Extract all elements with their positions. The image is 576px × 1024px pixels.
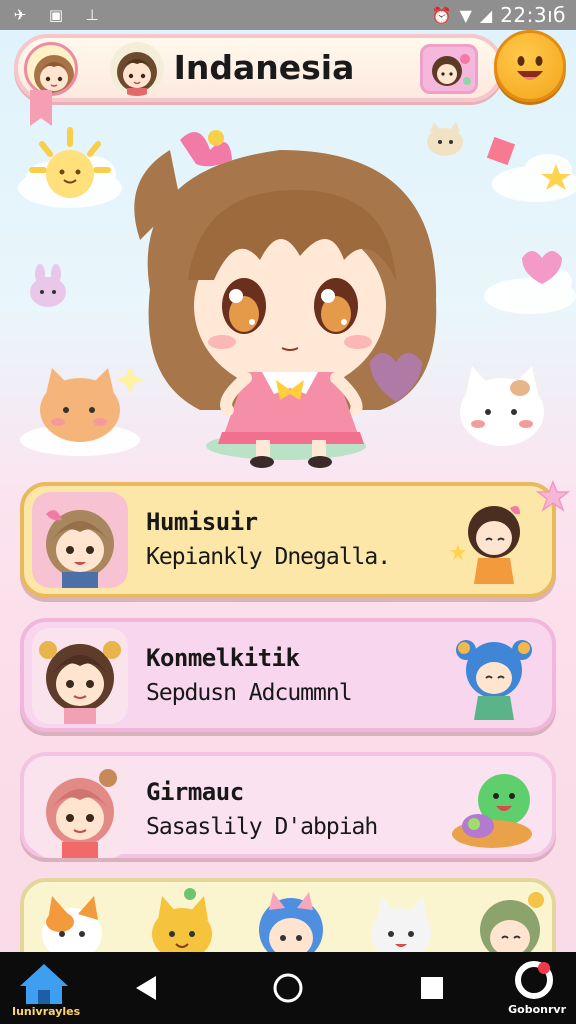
list-item[interactable]: Humisuir Kepiankly Dnegalla.: [20, 482, 556, 598]
recents-square-icon: [421, 977, 443, 999]
card-title: Konmelkitik: [146, 644, 300, 672]
back-button[interactable]: [126, 968, 166, 1008]
app-logo-icon: [515, 961, 553, 999]
card-title: Girmauc: [146, 778, 244, 806]
card-avatar: [32, 492, 128, 588]
home-circle-icon: [273, 973, 303, 1003]
signal-icon: ◢: [479, 5, 493, 25]
list-item[interactable]: Konmelkitik Sepdusn Adcummnl: [20, 618, 556, 732]
card-avatar: [32, 628, 128, 724]
alarm-icon: ⏰: [431, 5, 452, 25]
girl-avatar-icon: [34, 55, 74, 93]
home-tab-label: Iunivrayles: [12, 1005, 81, 1018]
recents-button[interactable]: [412, 968, 452, 1008]
profile-avatar[interactable]: [24, 42, 78, 96]
star-icon: [536, 480, 570, 512]
girl-avatar-icon: [39, 641, 121, 724]
sparkle-icon: [116, 366, 144, 394]
diamond-icon: [486, 136, 516, 166]
emoji-button[interactable]: [494, 30, 566, 102]
card-side-illustration: [448, 630, 538, 722]
image-notification-icon: ▣: [48, 6, 64, 24]
floating-bunny-icon: [30, 264, 66, 307]
status-bar: ✈ ▣ ⊥ ⏰ ▼ ◢ 22:3ıб: [0, 0, 576, 30]
white-cat-icon: [460, 366, 544, 446]
girl-avatar-icon: [46, 769, 117, 858]
app-notification-icon: ✈: [13, 6, 27, 24]
card-subtitle: Sepdusn Adcummnl: [146, 680, 353, 706]
home-icon: [20, 964, 68, 1004]
card-title: Humisuir: [146, 508, 258, 536]
home-button[interactable]: [268, 968, 308, 1008]
status-left-icons: ✈ ▣ ⊥: [10, 6, 102, 24]
status-right-icons: ⏰ ▼ ◢ 22:3ıб: [432, 3, 566, 27]
girl-avatar-icon: [46, 510, 114, 588]
card-avatar: [32, 762, 128, 858]
navigation-bar: Iunivrayles Gobonrvr: [0, 952, 576, 1024]
card-side-illustration: [448, 494, 538, 586]
download-notification-icon: ⊥: [85, 6, 99, 24]
app-shortcut[interactable]: Gobonrvr: [498, 958, 568, 1020]
gallery-thumbnail[interactable]: [420, 44, 478, 94]
back-triangle-icon: [136, 976, 156, 1000]
home-tab[interactable]: Iunivrayles: [8, 956, 80, 1020]
status-time: 22:3ıб: [500, 3, 566, 27]
smiley-icon: [517, 56, 543, 80]
app-header: Indanesia: [14, 34, 504, 102]
wifi-icon: ▼: [459, 5, 472, 25]
app-shortcut-label: Gobonrvr: [508, 1003, 566, 1016]
mascot-girl-illustration: [18, 122, 576, 468]
blue-hair-character-icon: [456, 640, 532, 720]
list-item[interactable]: Girmauc Sasaslily D'abpiah: [20, 752, 556, 858]
card-subtitle: Sasaslily D'abpiah: [146, 814, 378, 840]
page-title: Indanesia: [173, 48, 355, 87]
orange-cat-icon: [40, 368, 120, 442]
card-side-illustration: [448, 764, 538, 856]
hero-illustration: [0, 110, 576, 480]
boy-character-icon: [450, 506, 520, 584]
floating-cat-icon: [427, 122, 463, 156]
green-dino-icon: [452, 774, 532, 848]
card-subtitle: Kepiankly Dnegalla.: [146, 544, 391, 570]
character-thumbnail-icon: [432, 54, 471, 86]
